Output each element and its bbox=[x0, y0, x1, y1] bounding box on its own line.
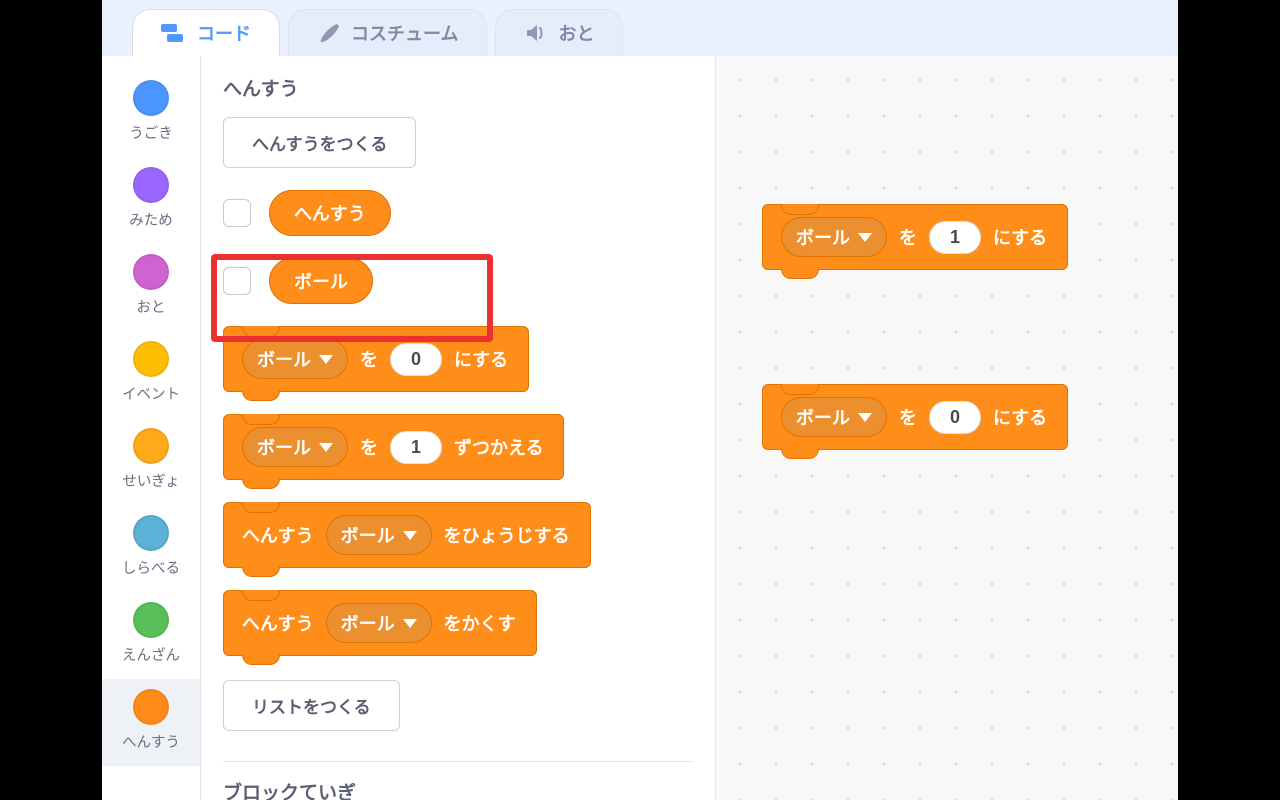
variable-monitor-checkbox-0[interactable] bbox=[223, 199, 251, 227]
tab-costumes[interactable]: コスチューム bbox=[288, 9, 487, 56]
variable-reporter-label-1: ボール bbox=[294, 268, 348, 294]
category-label-motion: うごき bbox=[129, 122, 173, 143]
canvas-dropdown-2-label: ボール bbox=[796, 404, 850, 430]
category-motion[interactable]: うごき bbox=[102, 70, 200, 157]
block-set-variable[interactable]: ボール を 0 にする bbox=[223, 326, 529, 392]
category-label-control: せいぎょ bbox=[122, 470, 179, 491]
category-circle-operators bbox=[133, 602, 169, 638]
block-set-mid: を bbox=[360, 346, 378, 372]
block-hide-pre: へんすう bbox=[242, 610, 314, 636]
category-events[interactable]: イベント bbox=[102, 331, 200, 418]
category-label-sensing: しらべる bbox=[122, 557, 180, 578]
code-icon bbox=[161, 22, 187, 44]
canvas-dropdown-1-label: ボール bbox=[796, 224, 850, 250]
tab-code[interactable]: コード bbox=[132, 9, 280, 56]
dropdown-change-var-label: ボール bbox=[257, 434, 311, 460]
category-circle-sound bbox=[133, 254, 169, 290]
category-label-operators: えんざん bbox=[122, 644, 180, 665]
canvas-dropdown-1[interactable]: ボール bbox=[781, 217, 887, 257]
category-control[interactable]: せいぎょ bbox=[102, 418, 200, 505]
canvas-b1-mid: を bbox=[899, 224, 917, 250]
dropdown-hide-var-label: ボール bbox=[341, 610, 395, 636]
block-change-mid: を bbox=[360, 434, 378, 460]
sound-icon bbox=[524, 22, 548, 44]
dropdown-show-var[interactable]: ボール bbox=[326, 515, 432, 555]
dropdown-set-var-label: ボール bbox=[257, 346, 311, 372]
category-label-sound: おと bbox=[137, 296, 166, 317]
block-show-tail: をひょうじする bbox=[444, 522, 570, 548]
canvas-b2-mid: を bbox=[899, 404, 917, 430]
tab-sounds[interactable]: おと bbox=[495, 9, 623, 56]
block-change-value[interactable]: 1 bbox=[390, 431, 442, 464]
block-hide-tail: をかくす bbox=[444, 610, 516, 636]
canvas-dropdown-2[interactable]: ボール bbox=[781, 397, 887, 437]
dropdown-hide-var[interactable]: ボール bbox=[326, 603, 432, 643]
category-rail: うごき みため おと イベント せいぎょ しらべる bbox=[102, 56, 201, 800]
category-sensing[interactable]: しらべる bbox=[102, 505, 200, 592]
block-show-variable[interactable]: へんすう ボール をひょうじする bbox=[223, 502, 591, 568]
tab-code-label: コード bbox=[197, 20, 251, 46]
category-sound[interactable]: おと bbox=[102, 244, 200, 331]
variable-reporter-0[interactable]: へんすう bbox=[269, 190, 391, 236]
block-set-value[interactable]: 0 bbox=[390, 343, 442, 376]
canvas-block-set-2[interactable]: ボール を 0 にする bbox=[762, 384, 1068, 450]
tab-sounds-label: おと bbox=[558, 20, 594, 46]
variable-reporter-label-0: へんすう bbox=[294, 200, 366, 226]
block-show-pre: へんすう bbox=[242, 522, 314, 548]
palette-heading: へんすう bbox=[223, 74, 693, 101]
category-circle-control bbox=[133, 428, 169, 464]
dropdown-set-var[interactable]: ボール bbox=[242, 339, 348, 379]
make-variable-button[interactable]: へんすうをつくる bbox=[223, 117, 416, 168]
category-looks[interactable]: みため bbox=[102, 157, 200, 244]
tab-costumes-label: コスチューム bbox=[351, 20, 458, 46]
chevron-down-icon bbox=[403, 619, 417, 628]
tab-bar: コード コスチューム おと bbox=[102, 0, 1178, 57]
category-label-looks: みため bbox=[129, 209, 173, 230]
category-label-variables: へんすう bbox=[122, 731, 180, 752]
canvas-b1-val[interactable]: 1 bbox=[929, 221, 981, 254]
script-canvas[interactable]: ボール を 1 にする ボール を 0 にする bbox=[716, 56, 1178, 800]
chevron-down-icon bbox=[319, 355, 333, 364]
category-circle-motion bbox=[133, 80, 169, 116]
variable-monitor-checkbox-1[interactable] bbox=[223, 267, 251, 295]
category-circle-sensing bbox=[133, 515, 169, 551]
block-change-tail: ずつかえる bbox=[454, 434, 543, 460]
canvas-b1-tail: にする bbox=[993, 224, 1047, 250]
chevron-down-icon bbox=[858, 413, 872, 422]
category-label-events: イベント bbox=[122, 383, 180, 404]
dropdown-show-var-label: ボール bbox=[341, 522, 395, 548]
canvas-b2-tail: にする bbox=[993, 404, 1047, 430]
category-variables[interactable]: へんすう bbox=[102, 679, 200, 766]
dropdown-change-var[interactable]: ボール bbox=[242, 427, 348, 467]
block-palette: へんすう へんすうをつくる へんすう ボール ボール を bbox=[201, 56, 716, 800]
category-circle-events bbox=[133, 341, 169, 377]
chevron-down-icon bbox=[858, 233, 872, 242]
canvas-b2-val[interactable]: 0 bbox=[929, 401, 981, 434]
block-hide-variable[interactable]: へんすう ボール をかくす bbox=[223, 590, 537, 656]
block-change-variable[interactable]: ボール を 1 ずつかえる bbox=[223, 414, 564, 480]
make-list-button[interactable]: リストをつくる bbox=[223, 680, 400, 731]
chevron-down-icon bbox=[319, 443, 333, 452]
brush-icon bbox=[317, 22, 341, 44]
chevron-down-icon bbox=[403, 531, 417, 540]
category-operators[interactable]: えんざん bbox=[102, 592, 200, 679]
category-circle-variables bbox=[133, 689, 169, 725]
variable-reporter-1[interactable]: ボール bbox=[269, 258, 373, 304]
block-set-tail: にする bbox=[454, 346, 508, 372]
variable-row-0: へんすう bbox=[223, 190, 693, 236]
palette-divider bbox=[223, 761, 693, 762]
canvas-block-set-1[interactable]: ボール を 1 にする bbox=[762, 204, 1068, 270]
variable-row-1: ボール bbox=[223, 258, 693, 304]
category-circle-looks bbox=[133, 167, 169, 203]
blockdef-heading: ブロックていぎ bbox=[223, 778, 693, 800]
